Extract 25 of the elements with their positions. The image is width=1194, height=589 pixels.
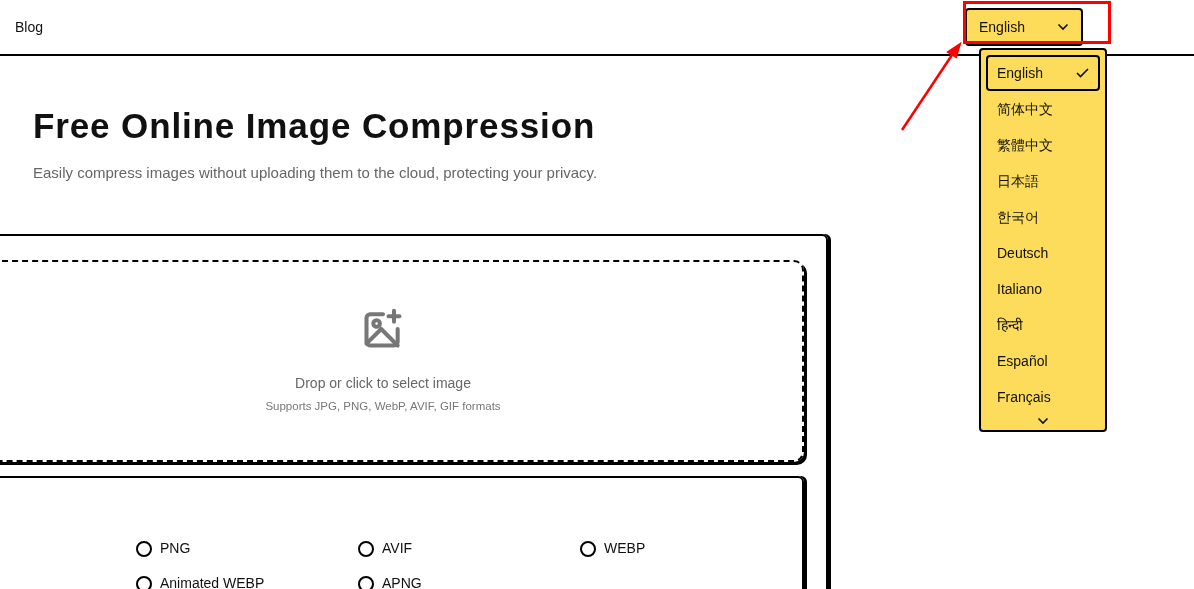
format-radio[interactable]: Animated WEBP [136,573,265,589]
language-option[interactable]: Deutsch [986,235,1100,271]
language-button[interactable]: English [965,8,1083,46]
language-option[interactable]: Español [986,343,1100,379]
checkmark-icon [1076,68,1089,78]
supported-formats-note: Supports JPG, PNG, WebP, AVIF, GIF formats [265,399,501,415]
format-radio[interactable]: APNG [358,573,422,589]
drop-prompt: Drop or click to select image [295,374,471,394]
chevron-down-icon [1057,23,1069,31]
language-option[interactable]: 繁體中文 [986,127,1100,163]
language-option[interactable]: 日本語 [986,163,1100,199]
page-subtitle: Easily compress images without uploading them to the cloud, protecting your privacy. [33,162,598,183]
drop-zone[interactable]: Drop or click to select image Supports JPG, PNG, WebP, AVIF, GIF formats [0,260,804,463]
format-radio[interactable]: AVIF [358,538,413,560]
format-radio[interactable]: WEBP [580,538,646,560]
blog-link[interactable]: Blog [15,16,44,38]
language-option[interactable]: 简体中文 [986,91,1100,127]
language-option[interactable]: हिन्दी [986,307,1100,343]
format-radio[interactable]: PNG [136,538,191,560]
language-option[interactable]: 한국어 [986,199,1100,235]
language-option[interactable]: Italiano [986,271,1100,307]
language-option[interactable]: English [986,55,1100,91]
language-option[interactable]: Français [986,379,1100,415]
page-title: Free Online Image Compression [33,105,596,147]
scroll-down-icon [1037,417,1049,425]
